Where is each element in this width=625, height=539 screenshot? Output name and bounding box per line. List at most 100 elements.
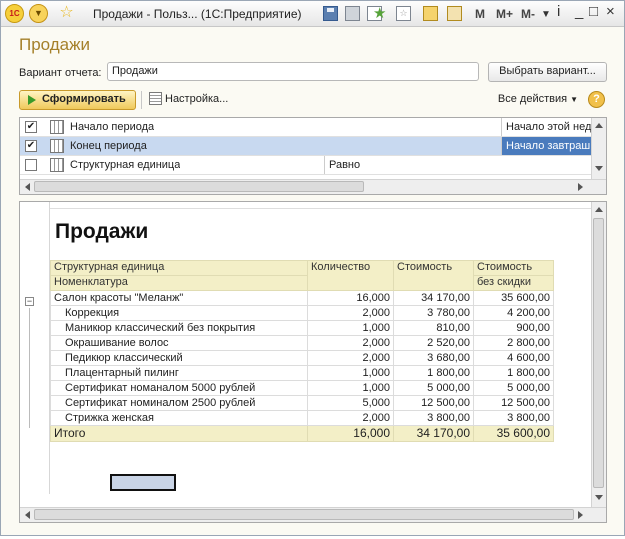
header-without-discount: без скидки — [473, 275, 554, 291]
settings-horizontal-scrollbar[interactable] — [20, 179, 606, 194]
item-qty: 2,000 — [307, 350, 394, 366]
favorites-list-icon[interactable]: ☆ — [396, 6, 411, 21]
item-name: Педикюр классический — [50, 350, 308, 366]
restore-icon[interactable]: □ — [589, 3, 598, 20]
header-quantity: Количество — [307, 260, 394, 291]
item-full: 3 800,00 — [473, 410, 554, 426]
total-cost: 34 170,00 — [393, 425, 474, 442]
settings-scroll-thumb[interactable] — [34, 181, 364, 192]
select-variant-button[interactable]: Выбрать вариант... — [488, 62, 607, 82]
report-settings-grid: ✔ Начало периода Начало этой недели ✔ Ко… — [19, 117, 607, 195]
scroll-right-icon[interactable] — [578, 183, 583, 191]
item-name: Окрашивание волос — [50, 335, 308, 351]
table-row[interactable]: Маникюр классический без покрытия 1,000 … — [50, 320, 554, 336]
start-period-checkbox[interactable]: ✔ — [25, 121, 37, 133]
report-horizontal-scrollbar[interactable] — [20, 507, 606, 522]
report-vertical-scrollbar[interactable] — [591, 202, 606, 508]
period-icon — [50, 158, 64, 172]
print-icon[interactable] — [345, 6, 360, 21]
scroll-right-icon[interactable] — [578, 511, 583, 519]
report-hscroll-thumb[interactable] — [34, 509, 574, 520]
scroll-down-icon[interactable] — [595, 495, 603, 500]
variant-input[interactable]: Продажи — [107, 62, 479, 81]
calendar-icon[interactable] — [447, 6, 462, 21]
item-qty: 2,000 — [307, 335, 394, 351]
scroll-down-icon[interactable] — [595, 166, 603, 171]
table-row[interactable]: Педикюр классический 2,000 3 680,00 4 60… — [50, 350, 554, 366]
help-icon[interactable]: ? — [588, 91, 605, 108]
all-actions-button[interactable]: Все действия ▼ — [495, 90, 581, 110]
structural-unit-label: Структурная единица — [70, 159, 181, 171]
settings-button[interactable]: Настройка... — [146, 90, 234, 110]
settings-icon — [149, 92, 162, 105]
save-icon[interactable] — [323, 6, 338, 21]
item-qty: 1,000 — [307, 380, 394, 396]
table-row[interactable]: Сертификат номаналом 5000 рублей 1,000 5… — [50, 380, 554, 396]
collapse-group-icon[interactable]: − — [25, 297, 34, 306]
calculator-icon[interactable] — [423, 6, 438, 21]
item-qty: 5,000 — [307, 395, 394, 411]
item-name: Плацентарный пилинг — [50, 365, 308, 381]
period-icon — [50, 139, 64, 153]
1c-logo-icon[interactable]: 1С — [5, 4, 24, 23]
header-row: Структурная единица Количество Стоимость… — [50, 260, 554, 291]
structural-unit-comparison[interactable]: Равно — [324, 156, 360, 174]
memory-store-button[interactable]: M — [475, 7, 485, 21]
add-favorite-icon[interactable]: ★ — [373, 6, 388, 21]
generate-button-label: Сформировать — [42, 93, 126, 105]
item-cost: 3 680,00 — [393, 350, 474, 366]
title-bar: 1С ▼ ☆ Продажи - Польз... (1С:Предприяти… — [1, 1, 624, 27]
memory-add-button[interactable]: M+ — [496, 7, 513, 21]
table-row[interactable]: Плацентарный пилинг 1,000 1 800,00 1 800… — [50, 365, 554, 381]
item-cost: 810,00 — [393, 320, 474, 336]
item-cost: 5 000,00 — [393, 380, 474, 396]
scroll-left-icon[interactable] — [25, 511, 30, 519]
item-name: Сертификат номаналом 5000 рублей — [50, 380, 308, 396]
report-top-line — [20, 208, 592, 209]
item-cost: 3 780,00 — [393, 305, 474, 321]
group-qty: 16,000 — [307, 290, 394, 306]
structural-unit-checkbox[interactable] — [25, 159, 37, 171]
table-row[interactable]: Сертификат номиналом 2500 рублей 5,000 1… — [50, 395, 554, 411]
item-qty: 2,000 — [307, 410, 394, 426]
item-full: 1 800,00 — [473, 365, 554, 381]
memory-dropdown-icon[interactable]: ▼ — [541, 9, 551, 20]
scroll-up-icon[interactable] — [595, 207, 603, 212]
settings-row-structural-unit[interactable]: Структурная единица Равно — [20, 156, 592, 175]
memory-subtract-button[interactable]: M- — [521, 7, 535, 21]
item-name: Маникюр классический без покрытия — [50, 320, 308, 336]
end-period-value[interactable]: Начало завтрашнего дня — [501, 137, 592, 155]
selected-cell[interactable] — [110, 474, 176, 491]
item-qty: 1,000 — [307, 365, 394, 381]
toolbar-separator — [141, 91, 142, 109]
favorite-star-icon[interactable]: ☆ — [57, 4, 76, 23]
chevron-down-icon: ▼ — [570, 95, 579, 104]
table-row[interactable]: Стрижка женская 2,000 3 800,00 3 800,00 — [50, 410, 554, 426]
table-row[interactable]: Окрашивание волос 2,000 2 520,00 2 800,0… — [50, 335, 554, 351]
start-period-value[interactable]: Начало этой недели — [501, 118, 592, 136]
menu-circle-icon[interactable]: ▼ — [29, 4, 48, 23]
report-table: Структурная единица Количество Стоимость… — [50, 260, 554, 442]
settings-vertical-scrollbar[interactable] — [591, 118, 606, 179]
minimize-icon[interactable]: _ — [575, 3, 583, 20]
settings-row-end-period[interactable]: ✔ Конец периода Начало завтрашнего дня — [20, 137, 592, 156]
item-name: Стрижка женская — [50, 410, 308, 426]
item-name: Сертификат номиналом 2500 рублей — [50, 395, 308, 411]
item-name: Коррекция — [50, 305, 308, 321]
info-icon[interactable]: i — [557, 3, 560, 20]
header-nomenclature: Номенклатура — [50, 275, 308, 291]
close-icon[interactable]: × — [606, 3, 615, 20]
settings-row-start-period[interactable]: ✔ Начало периода Начало этой недели — [20, 118, 592, 137]
window-title: Продажи - Польз... (1С:Предприятие) — [93, 7, 302, 21]
item-full: 4 600,00 — [473, 350, 554, 366]
generate-button[interactable]: Сформировать — [19, 90, 136, 110]
group-row[interactable]: Салон красоты "Меланж" 16,000 34 170,00 … — [50, 290, 554, 306]
scroll-left-icon[interactable] — [25, 183, 30, 191]
report-scroll-thumb[interactable] — [593, 218, 604, 488]
item-cost: 1 800,00 — [393, 365, 474, 381]
report-title: Продажи — [55, 220, 149, 243]
total-row[interactable]: Итого 16,000 34 170,00 35 600,00 — [50, 425, 554, 442]
scroll-up-icon[interactable] — [595, 123, 603, 128]
end-period-checkbox[interactable]: ✔ — [25, 140, 37, 152]
table-row[interactable]: Коррекция 2,000 3 780,00 4 200,00 — [50, 305, 554, 321]
